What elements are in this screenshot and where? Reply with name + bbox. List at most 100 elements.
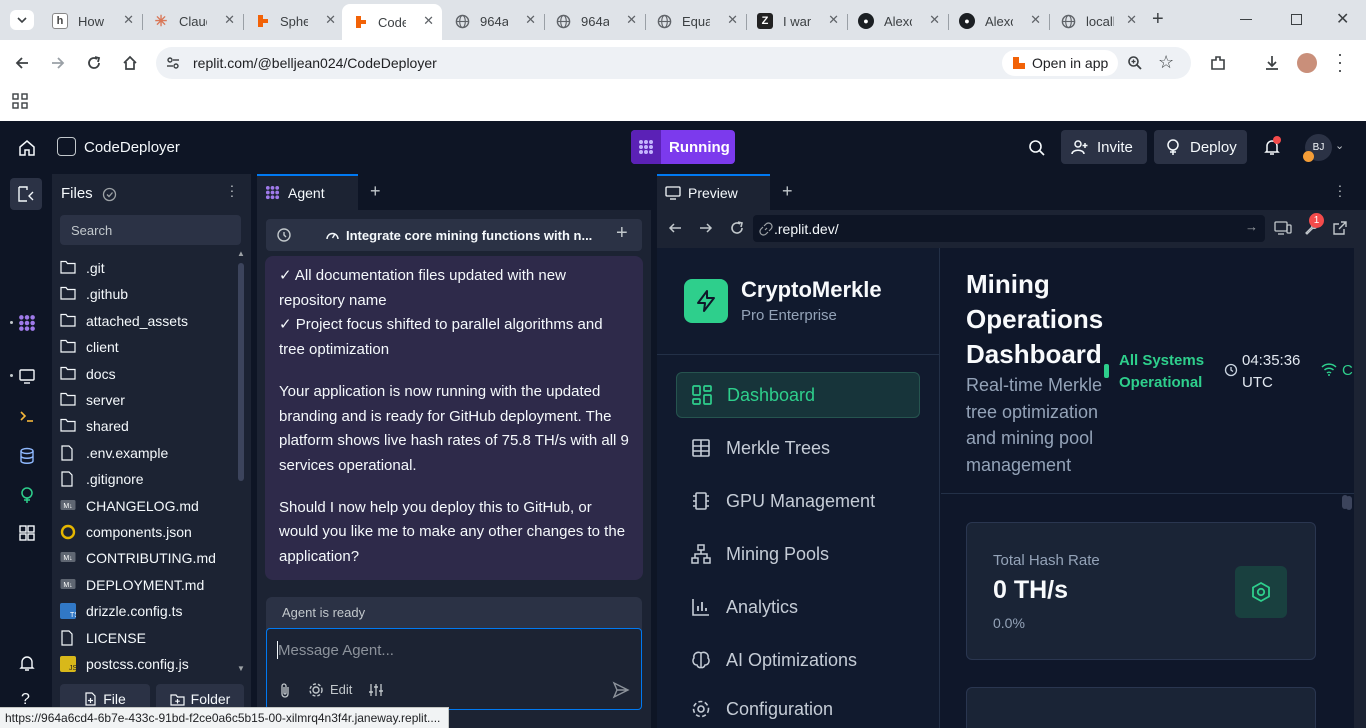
close-icon[interactable]: ✕	[525, 12, 536, 28]
url-text[interactable]: replit.com/@belljean024/CodeDeployer	[193, 55, 437, 71]
preview-icon[interactable]	[18, 367, 36, 385]
scroll-down-icon[interactable]: ▼	[237, 664, 245, 673]
all-tools-icon[interactable]	[18, 524, 36, 542]
files-toggle-icon[interactable]	[10, 178, 42, 210]
home-icon[interactable]	[18, 139, 36, 157]
scroll-up-icon[interactable]: ▲	[237, 249, 245, 258]
deploy-button[interactable]: Deploy	[1154, 130, 1247, 164]
bookmark-star-icon[interactable]: ☆	[1158, 52, 1174, 73]
browser-tab[interactable]: Spher ✕	[244, 6, 344, 36]
new-tab-icon[interactable]: +	[1152, 8, 1164, 31]
extensions-icon[interactable]	[1209, 54, 1227, 72]
preview-url-bar[interactable]: .replit.dev/ →	[753, 215, 1265, 242]
file-tree-item[interactable]: .github	[60, 282, 128, 306]
agent-tab[interactable]: Agent	[257, 174, 358, 210]
new-thread-icon[interactable]: +	[616, 222, 628, 245]
zoom-icon[interactable]	[1127, 55, 1143, 71]
browser-tab[interactable]: 964a6 ✕	[444, 6, 544, 36]
browser-tab[interactable]: Z I wan ✕	[747, 6, 847, 36]
browser-tab[interactable]: h How t ✕	[42, 6, 142, 36]
file-tree-item[interactable]: client	[60, 335, 119, 359]
site-settings-icon[interactable]	[165, 55, 181, 71]
chevron-down-icon[interactable]: ⌄	[1335, 139, 1344, 152]
browser-tab[interactable]: 964a6 ✕	[545, 6, 645, 36]
agent-icon[interactable]	[18, 314, 36, 332]
sliders-icon[interactable]	[368, 682, 384, 698]
forward-arrow-icon[interactable]	[49, 54, 67, 72]
file-tree-item[interactable]: server	[60, 388, 125, 412]
file-tree-item[interactable]: .git	[60, 256, 105, 280]
preview-menu-icon[interactable]: · · ·	[1337, 178, 1343, 202]
file-tree-item[interactable]: shared	[60, 414, 129, 438]
back-arrow-icon[interactable]	[667, 220, 683, 236]
close-icon[interactable]: ✕	[325, 12, 336, 28]
running-button[interactable]: Running	[631, 130, 735, 164]
files-scrollbar[interactable]	[238, 263, 244, 481]
edit-mode-label[interactable]: Edit	[330, 682, 352, 697]
agent-input-box[interactable]: Message Agent... Edit	[266, 628, 642, 710]
settings-icon[interactable]	[308, 682, 324, 698]
history-icon[interactable]	[276, 227, 292, 243]
file-search-input[interactable]: Search	[60, 215, 241, 245]
nav-item-merkle-trees[interactable]: Merkle Trees	[676, 425, 920, 471]
close-icon[interactable]: ✕	[224, 12, 235, 28]
app-scrollbar[interactable]	[1342, 495, 1348, 509]
file-tree-item[interactable]: .env.example	[60, 441, 168, 465]
restore-icon[interactable]	[1291, 14, 1302, 25]
file-tree-item[interactable]: docs	[60, 362, 116, 386]
attach-icon[interactable]	[278, 682, 292, 699]
file-tree-item[interactable]: JS postcss.config.js	[60, 652, 189, 676]
address-bar[interactable]: replit.com/@belljean024/CodeDeployer Ope…	[156, 47, 1191, 79]
file-tree-item[interactable]: M↓ CHANGELOG.md	[60, 494, 199, 518]
go-arrow-icon[interactable]: →	[1245, 219, 1258, 234]
reload-icon[interactable]	[85, 54, 103, 72]
file-tree-item[interactable]: attached_assets	[60, 309, 188, 333]
close-icon[interactable]: ✕	[828, 12, 839, 28]
browser-tab[interactable]: ● Alexc ✕	[949, 6, 1049, 36]
open-external-icon[interactable]	[1332, 220, 1348, 236]
devices-icon[interactable]	[1274, 220, 1292, 236]
nav-item-mining-pools[interactable]: Mining Pools	[676, 531, 920, 577]
database-icon[interactable]	[18, 447, 36, 465]
nav-item-dashboard[interactable]: Dashboard	[676, 372, 920, 418]
preview-tab[interactable]: Preview	[657, 174, 770, 210]
tab-search-chevron-icon[interactable]	[10, 10, 34, 30]
close-icon[interactable]: ✕	[626, 12, 637, 28]
close-icon[interactable]: ✕	[123, 12, 134, 28]
close-icon[interactable]: ✕	[727, 12, 738, 28]
console-icon[interactable]	[18, 407, 36, 425]
browser-tab[interactable]: Equat ✕	[646, 6, 746, 36]
browser-tab[interactable]: ✳ Claud ✕	[143, 6, 243, 36]
nav-item-gpu-management[interactable]: GPU Management	[676, 478, 920, 524]
send-icon[interactable]	[612, 681, 630, 699]
deployments-icon[interactable]	[18, 486, 36, 504]
browser-tab[interactable]: ● Alexc ✕	[848, 6, 948, 36]
close-icon[interactable]: ✕	[423, 13, 434, 29]
forward-arrow-icon[interactable]	[698, 220, 714, 236]
browser-tab-active[interactable]: Code ✕	[342, 4, 442, 40]
file-tree-item[interactable]: LICENSE	[60, 626, 146, 650]
close-icon[interactable]: ✕	[1126, 12, 1137, 28]
close-window-icon[interactable]: ✕	[1336, 9, 1349, 29]
minimize-icon[interactable]	[1240, 19, 1252, 20]
back-arrow-icon[interactable]	[13, 54, 31, 72]
invite-button[interactable]: Invite	[1061, 130, 1147, 164]
browser-tab[interactable]: localh ✕	[1050, 6, 1145, 36]
nav-item-ai-optimizations[interactable]: AI Optimizations	[676, 637, 920, 683]
close-icon[interactable]: ✕	[1030, 12, 1041, 28]
bell-ring-icon[interactable]	[18, 654, 36, 672]
file-tree-item[interactable]: components.json	[60, 520, 192, 544]
add-tab-icon[interactable]: +	[370, 181, 381, 202]
close-icon[interactable]: ✕	[929, 12, 940, 28]
download-icon[interactable]	[1263, 54, 1281, 72]
apps-grid-icon[interactable]	[12, 93, 28, 109]
project-name[interactable]: CodeDeployer	[84, 139, 180, 156]
search-icon[interactable]	[1028, 139, 1046, 157]
thread-title[interactable]: Integrate core mining functions with n..…	[346, 228, 592, 243]
file-tree-item[interactable]: M↓ DEPLOYMENT.md	[60, 573, 204, 597]
reload-icon[interactable]	[729, 220, 745, 236]
files-menu-icon[interactable]: · · ·	[229, 178, 235, 202]
file-tree-item[interactable]: .gitignore	[60, 467, 144, 491]
open-in-app-button[interactable]: Open in app	[1002, 50, 1119, 76]
kebab-menu-icon[interactable]: · · ·	[1337, 45, 1343, 79]
